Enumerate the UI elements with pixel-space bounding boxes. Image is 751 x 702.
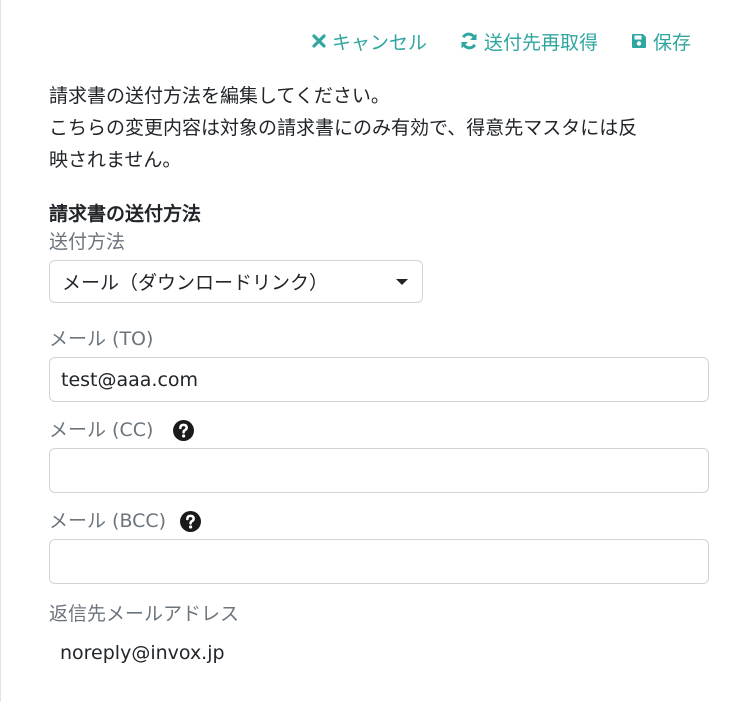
mail-to-input[interactable] — [49, 357, 709, 402]
refresh-icon — [461, 32, 477, 50]
description: 請求書の送付方法を編集してください。 こちらの変更内容は対象の請求書にのみ有効で… — [49, 80, 709, 176]
caret-down-icon — [396, 278, 408, 285]
description-line-3: 映されません。 — [49, 149, 182, 171]
description-line-1: 請求書の送付方法を編集してください。 — [49, 85, 390, 107]
mail-bcc-input[interactable] — [49, 539, 709, 584]
mail-to-field: メール (TO) — [49, 325, 709, 402]
question-circle-icon[interactable] — [180, 510, 202, 532]
mail-bcc-field: メール (BCC) — [49, 507, 709, 584]
close-icon — [312, 34, 326, 48]
mail-to-label: メール (TO) — [49, 325, 709, 353]
floppy-disk-icon — [631, 34, 646, 48]
mail-bcc-label: メール (BCC) — [49, 507, 709, 535]
cancel-button[interactable]: キャンセル — [311, 28, 427, 55]
send-method-selected-value: メール（ダウンロードリンク） — [62, 272, 329, 294]
mail-cc-input[interactable] — [49, 448, 709, 493]
reply-to-field: 返信先メールアドレス noreply@invox.jp — [49, 600, 709, 664]
reply-to-label-text: 返信先メールアドレス — [49, 603, 240, 625]
mail-bcc-label-text: メール (BCC) — [49, 510, 167, 532]
send-method-select[interactable]: メール（ダウンロードリンク） — [49, 260, 423, 303]
send-method-label-text: 送付方法 — [49, 231, 126, 253]
mail-cc-label-text: メール (CC) — [49, 419, 154, 441]
save-label: 保存 — [652, 31, 691, 54]
cancel-label: キャンセル — [331, 31, 427, 54]
refetch-recipients-button[interactable]: 送付先再取得 — [459, 28, 598, 55]
mail-cc-label: メール (CC) — [49, 416, 709, 444]
section-title: 請求書の送付方法 — [49, 203, 202, 225]
toolbar: キャンセル 送付先再取得 保存 — [311, 26, 691, 56]
mail-to-label-text: メール (TO) — [49, 328, 154, 350]
description-line-2: こちらの変更内容は対象の請求書にのみ有効で、得意先マスタには反 — [49, 117, 638, 139]
send-method-edit-panel: キャンセル 送付先再取得 保存 請求書の送付方法を編集してください。 こちらの変… — [0, 0, 751, 702]
save-button[interactable]: 保存 — [630, 28, 691, 55]
question-circle-icon[interactable] — [173, 419, 195, 441]
send-method-label: 送付方法 — [49, 228, 709, 256]
reply-to-value: noreply@invox.jp — [60, 642, 225, 664]
reply-to-label: 返信先メールアドレス — [49, 600, 709, 628]
refetch-label: 送付先再取得 — [483, 31, 598, 54]
mail-cc-field: メール (CC) — [49, 416, 709, 493]
form-content: 請求書の送付方法を編集してください。 こちらの変更内容は対象の請求書にのみ有効で… — [49, 80, 709, 664]
